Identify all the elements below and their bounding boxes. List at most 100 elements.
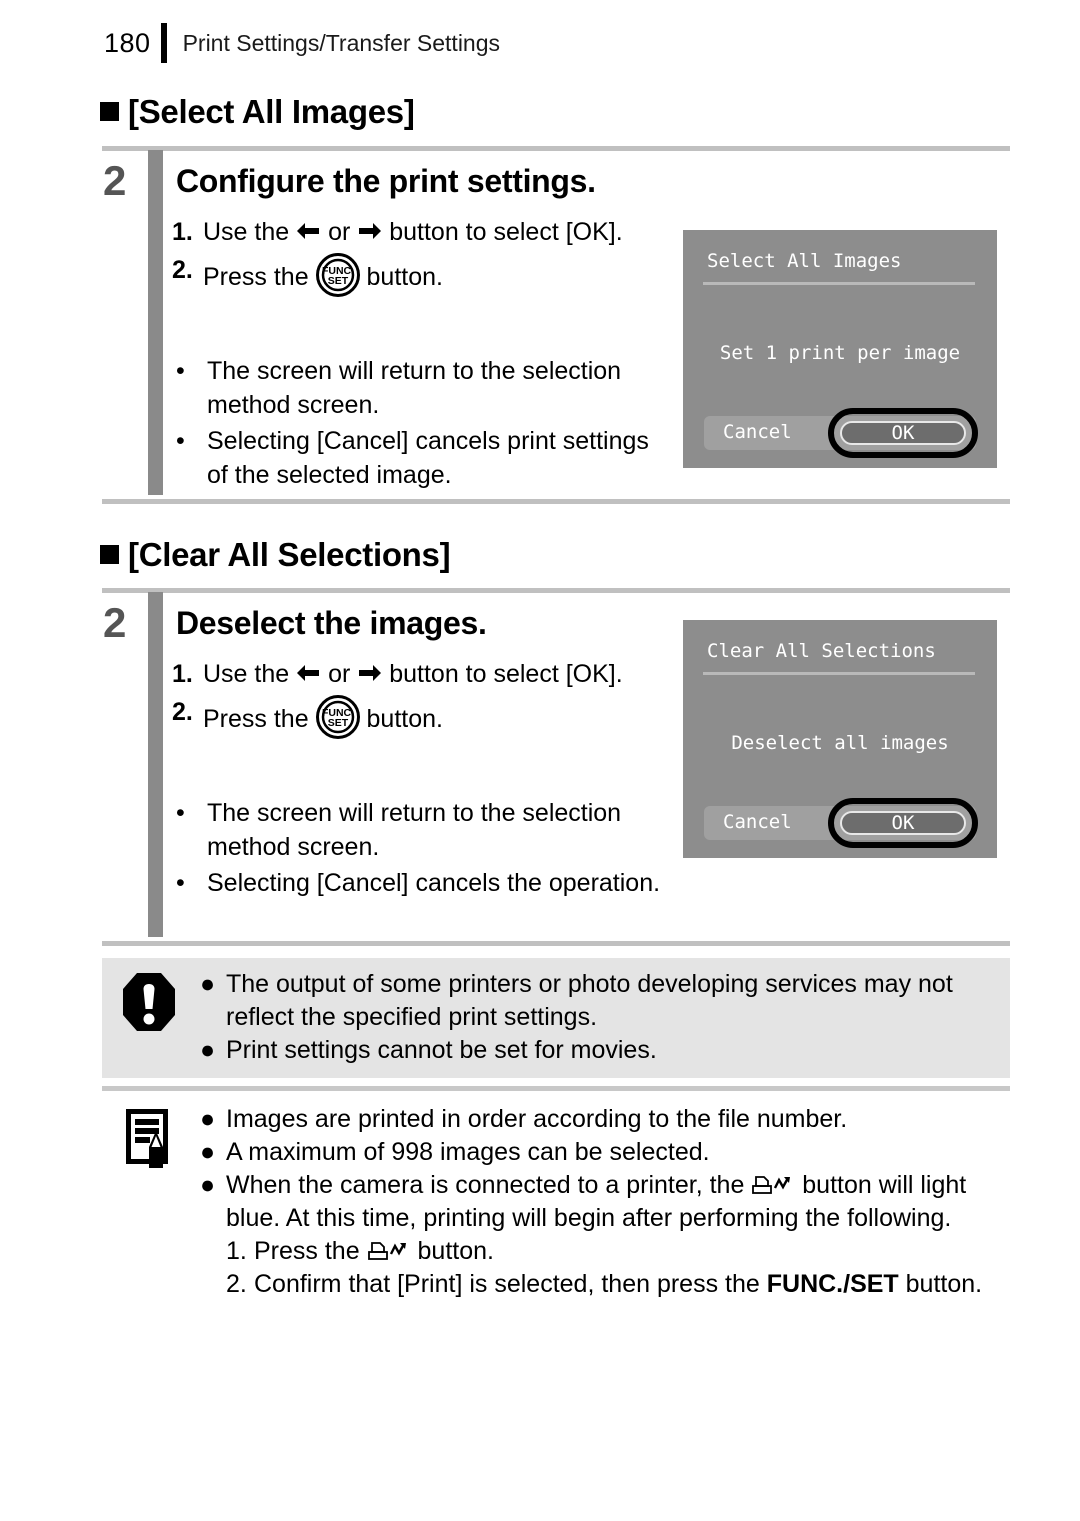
- lcd-title: Select All Images: [707, 250, 902, 272]
- note-substep-part2: button.: [905, 1270, 983, 1298]
- instruction-item: 2. Press the FUNC. SET button.: [172, 695, 667, 739]
- instruction-text-mid: or: [328, 660, 351, 688]
- bullet-text: The screen will return to the selection …: [207, 799, 622, 861]
- warning-bullet: ● The output of some printers or photo d…: [200, 968, 1000, 1034]
- instruction-text-after: button to select [OK].: [389, 218, 623, 246]
- instruction-text-before: Use the: [203, 218, 290, 246]
- lcd-ok-button-highlight: OK: [828, 408, 978, 458]
- instruction-text-after: button.: [366, 705, 443, 733]
- note-bullet-text: When the camera is connected to a printe…: [226, 1169, 1000, 1235]
- instruction-list-2: 1. Use the or button to select [OK]. 2. …: [172, 657, 667, 739]
- note-substep-part2: button.: [417, 1237, 494, 1265]
- lcd-title: Clear All Selections: [707, 640, 936, 662]
- func-set-button-icon: FUNC. SET: [315, 695, 360, 739]
- note-text-part1: When the camera is connected to a printe…: [226, 1171, 745, 1199]
- bullet-item: • The screen will return to the selectio…: [172, 354, 667, 422]
- svg-text:SET: SET: [327, 717, 348, 729]
- instruction-text-after: button to select [OK].: [389, 660, 623, 688]
- note-bullet-text: A maximum of 998 images can be selected.: [226, 1138, 710, 1166]
- note-bullet: ● When the camera is connected to a prin…: [200, 1169, 1000, 1235]
- note-substep-part1: Confirm that [Print] is selected, then p…: [254, 1270, 760, 1298]
- lcd-ok-button[interactable]: OK: [840, 811, 966, 835]
- instruction-marker: 2.: [172, 256, 193, 284]
- note-substep-marker: 2.: [226, 1270, 247, 1298]
- bullet-item: • The screen will return to the selectio…: [172, 796, 667, 864]
- right-arrow-icon: [357, 220, 382, 242]
- instruction-marker: 2.: [172, 698, 193, 726]
- note-substep-text: Press the button.: [254, 1235, 1000, 1268]
- warning-body: ● The output of some printers or photo d…: [200, 968, 1000, 1067]
- section-heading-select-all-images: [Select All Images]: [100, 95, 415, 128]
- bullet-dot-icon: ●: [200, 1036, 216, 1064]
- section-title: [Clear All Selections]: [128, 536, 451, 573]
- print-share-button-icon: [751, 1174, 795, 1198]
- bullet-dot-icon: ●: [200, 970, 216, 998]
- lcd-message: Deselect all images: [731, 732, 949, 754]
- instruction-text: Press the FUNC. SET button.: [203, 695, 667, 739]
- manual-page: 180 Print Settings/Transfer Settings [Se…: [0, 0, 1080, 1521]
- warning-bullet-text: Print settings cannot be set for movies.: [226, 1036, 657, 1064]
- bullet-dot-icon: •: [176, 357, 185, 385]
- note-top-rule: [102, 1086, 1010, 1091]
- instruction-text-before: Press the: [203, 705, 309, 733]
- bullet-text: Selecting [Cancel] cancels the operation…: [207, 869, 661, 897]
- section-title: [Select All Images]: [128, 93, 415, 130]
- instruction-marker: 1.: [172, 218, 193, 246]
- instruction-item: 1. Use the or button to select [OK].: [172, 657, 667, 691]
- note-bullet: ● Images are printed in order according …: [200, 1103, 1000, 1136]
- step-top-rule: [102, 588, 1010, 593]
- note-body: ● Images are printed in order according …: [200, 1103, 1000, 1301]
- lcd-ok-button-highlight: OK: [828, 798, 978, 848]
- step-number: 2: [103, 157, 127, 204]
- print-share-button-icon: [367, 1240, 411, 1264]
- lcd-cancel-button[interactable]: Cancel: [723, 811, 792, 833]
- instruction-item: 2. Press the FUNC. SET button.: [172, 253, 667, 297]
- note-substep: 2. Confirm that [Print] is selected, the…: [200, 1268, 1000, 1301]
- instruction-item: 1. Use the or button to select [OK].: [172, 215, 667, 249]
- lcd-title-underline: [703, 672, 975, 675]
- instruction-text-after: button.: [366, 263, 443, 291]
- lcd-ok-button[interactable]: OK: [840, 421, 966, 445]
- instruction-text: Press the FUNC. SET button.: [203, 253, 667, 297]
- svg-text:SET: SET: [327, 275, 348, 287]
- square-bullet-icon: [100, 102, 119, 121]
- instruction-list-1: 1. Use the or button to select [OK]. 2. …: [172, 215, 667, 297]
- bullet-text: The screen will return to the selection …: [207, 357, 622, 419]
- note-pencil-icon: [120, 1105, 178, 1169]
- bullet-dot-icon: •: [176, 427, 185, 455]
- bullet-dot-icon: ●: [200, 1138, 216, 1166]
- note-bullet-text: Images are printed in order according to…: [226, 1105, 848, 1133]
- step-vertical-bar: [148, 150, 163, 495]
- note-callout: ● Images are printed in order according …: [102, 1093, 1010, 1363]
- left-arrow-icon: [296, 220, 321, 242]
- warning-bullet-text: The output of some printers or photo dev…: [226, 970, 953, 1031]
- page-header: 180 Print Settings/Transfer Settings: [104, 22, 500, 64]
- step-vertical-bar: [148, 592, 163, 937]
- header-divider: [160, 23, 167, 63]
- lcd-screen-select-all-images: Select All Images Set 1 print per image …: [683, 230, 997, 468]
- header-title: Print Settings/Transfer Settings: [182, 29, 501, 56]
- note-substep-marker: 1.: [226, 1237, 247, 1265]
- instruction-text: Use the or button to select [OK].: [203, 215, 667, 249]
- note-bullet: ● A maximum of 998 images can be selecte…: [200, 1136, 1000, 1169]
- warning-bullet: ● Print settings cannot be set for movie…: [200, 1034, 1000, 1067]
- lcd-message: Set 1 print per image: [719, 342, 961, 364]
- step-bottom-rule: [102, 499, 1010, 504]
- bullet-item: • Selecting [Cancel] cancels the operati…: [172, 866, 667, 900]
- note-substep: 1. Press the button.: [200, 1235, 1000, 1268]
- instruction-text-mid: or: [328, 218, 351, 246]
- instruction-text-before: Press the: [203, 263, 309, 291]
- lcd-cancel-button[interactable]: Cancel: [723, 421, 792, 443]
- instruction-text: Use the or button to select [OK].: [203, 657, 667, 691]
- step-number: 2: [103, 599, 127, 646]
- note-substep-text: Confirm that [Print] is selected, then p…: [254, 1268, 1000, 1301]
- bullet-list-2: • The screen will return to the selectio…: [172, 794, 667, 900]
- bullet-item: • Selecting [Cancel] cancels print setti…: [172, 424, 667, 492]
- func-set-button-icon: FUNC. SET: [315, 253, 360, 297]
- bullet-dot-icon: •: [176, 869, 185, 897]
- right-arrow-icon: [357, 662, 382, 684]
- step-bottom-rule: [102, 941, 1010, 946]
- bullet-dot-icon: ●: [200, 1171, 216, 1199]
- left-arrow-icon: [296, 662, 321, 684]
- warning-callout: ● The output of some printers or photo d…: [102, 958, 1010, 1078]
